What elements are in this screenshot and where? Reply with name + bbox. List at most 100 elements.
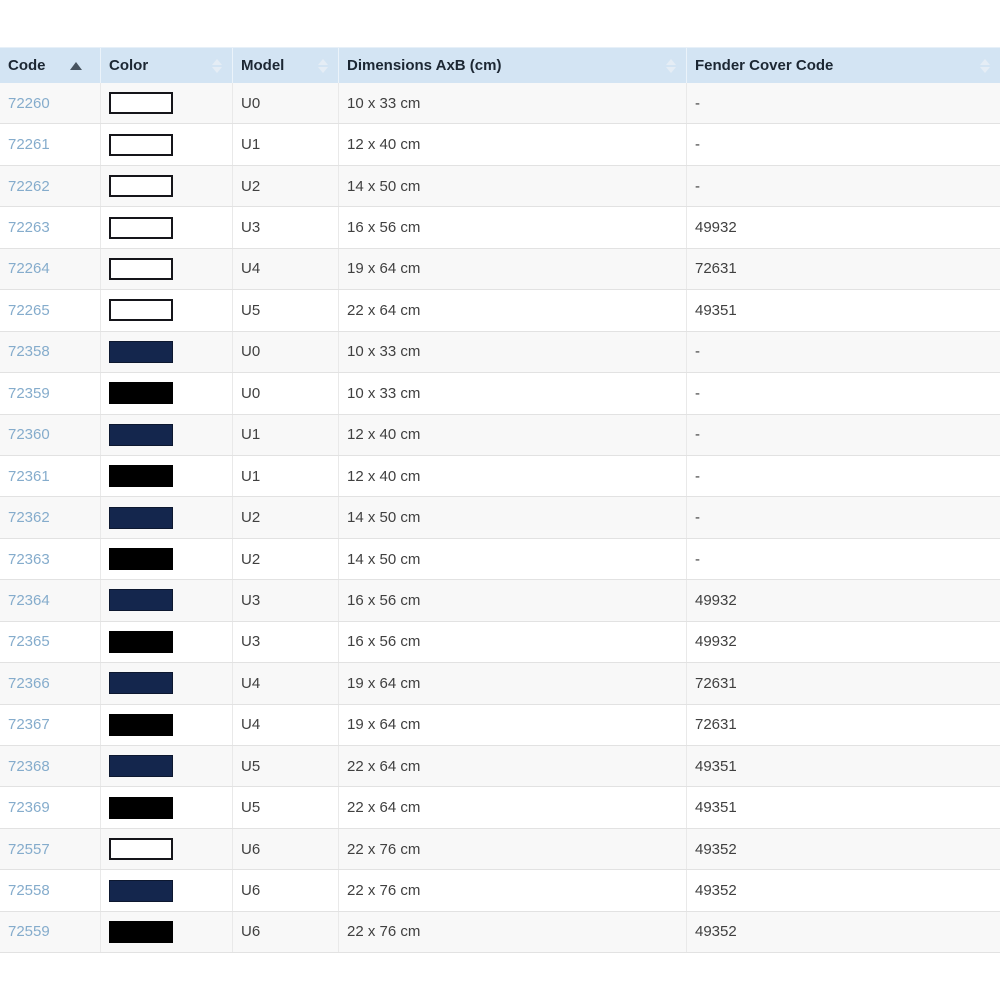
- model-cell: U1: [232, 124, 338, 164]
- color-cell: [100, 539, 232, 579]
- color-swatch: [109, 921, 173, 943]
- product-code-link[interactable]: 72361: [8, 468, 50, 485]
- product-code-link[interactable]: 72261: [8, 136, 50, 153]
- product-code-link[interactable]: 72366: [8, 675, 50, 692]
- product-code-link[interactable]: 72264: [8, 260, 50, 277]
- dimensions-cell: 10 x 33 cm: [338, 332, 686, 372]
- code-cell: 72368: [0, 746, 100, 786]
- fender-cover-code-cell: -: [686, 83, 1000, 123]
- fender-cover-code-cell: -: [686, 373, 1000, 413]
- dimensions-cell: 19 x 64 cm: [338, 249, 686, 289]
- color-cell: [100, 870, 232, 910]
- fender-cover-code-cell: 72631: [686, 705, 1000, 745]
- color-swatch: [109, 838, 173, 860]
- product-code-link[interactable]: 72364: [8, 592, 50, 609]
- fender-cover-code-cell: -: [686, 497, 1000, 537]
- dimensions-cell: 22 x 64 cm: [338, 746, 686, 786]
- product-code-link[interactable]: 72369: [8, 799, 50, 816]
- model-cell: U3: [232, 207, 338, 247]
- column-header-fender-cover-code-label: Fender Cover Code: [695, 57, 833, 74]
- color-cell: [100, 456, 232, 496]
- model-cell: U2: [232, 166, 338, 206]
- sort-updown-icon: [666, 59, 676, 73]
- product-code-link[interactable]: 72263: [8, 219, 50, 236]
- model-cell: U3: [232, 580, 338, 620]
- color-cell: [100, 207, 232, 247]
- color-swatch: [109, 507, 173, 529]
- color-swatch: [109, 134, 173, 156]
- model-cell: U0: [232, 332, 338, 372]
- product-code-link[interactable]: 72558: [8, 882, 50, 899]
- fender-cover-code-cell: 49932: [686, 580, 1000, 620]
- code-cell: 72367: [0, 705, 100, 745]
- sort-updown-icon: [980, 59, 990, 73]
- product-code-link[interactable]: 72365: [8, 633, 50, 650]
- table-row: 72263 U3 16 x 56 cm 49932: [0, 207, 1000, 248]
- table-row: 72363 U2 14 x 50 cm -: [0, 539, 1000, 580]
- table-row: 72262 U2 14 x 50 cm -: [0, 166, 1000, 207]
- fender-cover-code-cell: 49352: [686, 870, 1000, 910]
- color-swatch: [109, 175, 173, 197]
- dimensions-cell: 22 x 76 cm: [338, 870, 686, 910]
- code-cell: 72558: [0, 870, 100, 910]
- table-row: 72261 U1 12 x 40 cm -: [0, 124, 1000, 165]
- dimensions-cell: 19 x 64 cm: [338, 705, 686, 745]
- table-row: 72260 U0 10 x 33 cm -: [0, 83, 1000, 124]
- color-swatch: [109, 258, 173, 280]
- product-code-link[interactable]: 72363: [8, 551, 50, 568]
- code-cell: 72263: [0, 207, 100, 247]
- color-swatch: [109, 465, 173, 487]
- dimensions-cell: 16 x 56 cm: [338, 207, 686, 247]
- color-cell: [100, 332, 232, 372]
- product-code-link[interactable]: 72360: [8, 426, 50, 443]
- model-cell: U2: [232, 497, 338, 537]
- column-header-code[interactable]: Code: [0, 48, 100, 83]
- product-code-link[interactable]: 72367: [8, 716, 50, 733]
- column-header-fender-cover-code[interactable]: Fender Cover Code: [686, 48, 1000, 83]
- model-cell: U2: [232, 539, 338, 579]
- color-cell: [100, 622, 232, 662]
- model-cell: U3: [232, 622, 338, 662]
- product-code-link[interactable]: 72265: [8, 302, 50, 319]
- product-code-link[interactable]: 72359: [8, 385, 50, 402]
- dimensions-cell: 12 x 40 cm: [338, 124, 686, 164]
- color-swatch: [109, 797, 173, 819]
- fender-cover-code-cell: -: [686, 332, 1000, 372]
- table-row: 72365 U3 16 x 56 cm 49932: [0, 622, 1000, 663]
- code-cell: 72559: [0, 912, 100, 952]
- column-header-dimensions-label: Dimensions AxB (cm): [347, 57, 501, 74]
- dimensions-cell: 22 x 76 cm: [338, 829, 686, 869]
- color-swatch: [109, 631, 173, 653]
- code-cell: 72262: [0, 166, 100, 206]
- column-header-model[interactable]: Model: [232, 48, 338, 83]
- color-swatch: [109, 92, 173, 114]
- fender-cover-code-cell: 49351: [686, 290, 1000, 330]
- product-code-link[interactable]: 72358: [8, 343, 50, 360]
- dimensions-cell: 14 x 50 cm: [338, 497, 686, 537]
- sort-updown-icon: [212, 59, 222, 73]
- column-header-color[interactable]: Color: [100, 48, 232, 83]
- product-table: Code Color Model Dimensions AxB (cm) Fen…: [0, 47, 1000, 953]
- product-code-link[interactable]: 72362: [8, 509, 50, 526]
- color-cell: [100, 290, 232, 330]
- product-code-link[interactable]: 72559: [8, 923, 50, 940]
- color-swatch: [109, 341, 173, 363]
- color-swatch: [109, 548, 173, 570]
- fender-cover-code-cell: -: [686, 539, 1000, 579]
- product-code-link[interactable]: 72368: [8, 758, 50, 775]
- table-row: 72369 U5 22 x 64 cm 49351: [0, 787, 1000, 828]
- dimensions-cell: 12 x 40 cm: [338, 456, 686, 496]
- dimensions-cell: 10 x 33 cm: [338, 83, 686, 123]
- color-cell: [100, 705, 232, 745]
- color-swatch: [109, 714, 173, 736]
- fender-cover-code-cell: 49932: [686, 622, 1000, 662]
- table-row: 72360 U1 12 x 40 cm -: [0, 415, 1000, 456]
- model-cell: U4: [232, 705, 338, 745]
- code-cell: 72362: [0, 497, 100, 537]
- color-swatch: [109, 217, 173, 239]
- column-header-dimensions[interactable]: Dimensions AxB (cm): [338, 48, 686, 83]
- product-code-link[interactable]: 72557: [8, 841, 50, 858]
- product-code-link[interactable]: 72260: [8, 95, 50, 112]
- color-cell: [100, 912, 232, 952]
- product-code-link[interactable]: 72262: [8, 178, 50, 195]
